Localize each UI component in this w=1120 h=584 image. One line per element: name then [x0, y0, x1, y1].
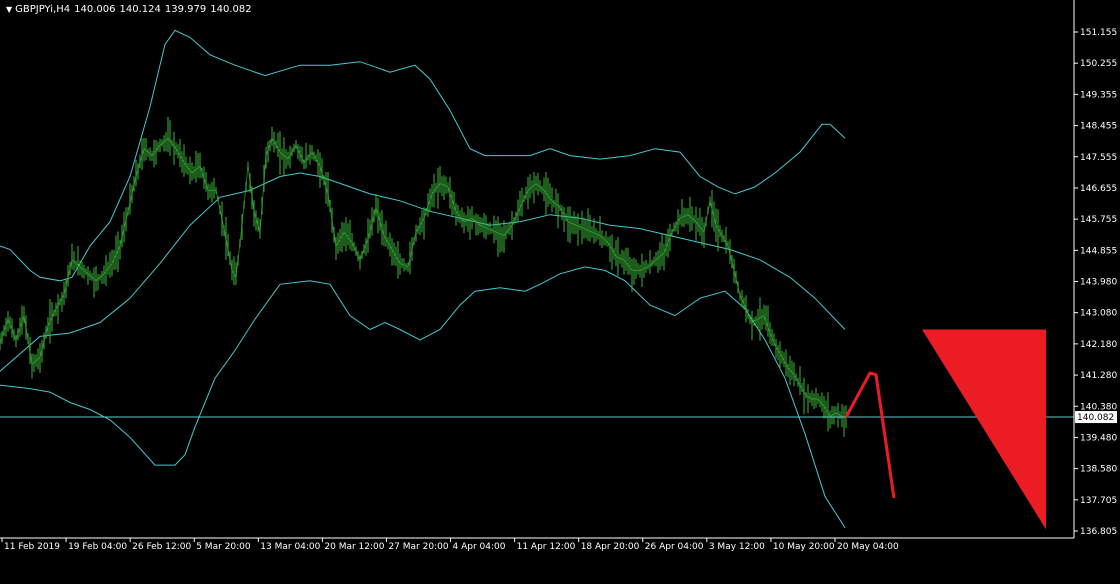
x-tick-label: 3 May 12:00: [709, 542, 765, 552]
lower-band-line: [0, 266, 846, 528]
x-tick-label: 13 Mar 04:00: [260, 542, 320, 552]
y-tick-label: 146.655: [1080, 184, 1117, 194]
y-tick-label: 137.705: [1080, 496, 1117, 506]
y-tick-label: 138.580: [1080, 465, 1117, 475]
price-path: [0, 136, 847, 418]
y-tick-label: 139.480: [1080, 433, 1117, 443]
x-tick-label: 11 Feb 2019: [4, 542, 60, 552]
x-tick-label: 26 Feb 12:00: [132, 542, 191, 552]
price-series: [0, 116, 847, 437]
y-tick-label: 136.805: [1080, 527, 1117, 537]
x-tick-label: 20 Mar 12:00: [324, 542, 384, 552]
y-tick-label: 151.155: [1080, 28, 1117, 38]
x-tick-label: 19 Feb 04:00: [68, 542, 127, 552]
projection-layer: [844, 329, 1046, 530]
x-tick-label: 11 Apr 12:00: [517, 542, 576, 552]
x-tick-label: 5 Mar 20:00: [196, 542, 251, 552]
y-tick-label: 143.080: [1080, 309, 1117, 319]
y-tick-label: 143.980: [1080, 278, 1117, 288]
y-tick-label: 140.380: [1080, 402, 1117, 412]
bearish-triangle: [922, 329, 1046, 530]
price-bars: [0, 116, 847, 437]
middle-band-line: [0, 172, 846, 372]
x-tick-label: 26 Apr 04:00: [645, 542, 704, 552]
x-tick-label: 27 Mar 20:00: [388, 542, 448, 552]
bollinger-bands: [0, 29, 846, 528]
x-tick-label: 20 May 04:00: [837, 542, 899, 552]
x-tick-label: 10 May 20:00: [773, 542, 835, 552]
projection-line: [844, 371, 896, 499]
y-tick-label: 141.280: [1080, 371, 1117, 381]
y-tick-label: 142.180: [1080, 340, 1117, 350]
price-chart[interactable]: 151.155 150.255 149.355 148.455 147.555 146.6…: [0, 0, 1120, 584]
y-tick-label: 145.755: [1080, 215, 1117, 225]
y-tick-label: 148.455: [1080, 122, 1117, 132]
current-price-tag: 140.082: [1075, 411, 1117, 424]
x-tick-label: 18 Apr 20:00: [581, 542, 640, 552]
y-tick-label: 147.555: [1080, 153, 1117, 163]
y-tick-label: 150.255: [1080, 59, 1117, 69]
y-tick-label: 144.855: [1080, 246, 1117, 256]
current-price-label: 140.082: [1077, 413, 1114, 423]
x-tick-label: 4 Apr 04:00: [453, 542, 506, 552]
y-tick-label: 149.355: [1080, 90, 1117, 100]
axes: 151.155 150.255 149.355 148.455 147.555 146.6…: [0, 0, 1117, 552]
